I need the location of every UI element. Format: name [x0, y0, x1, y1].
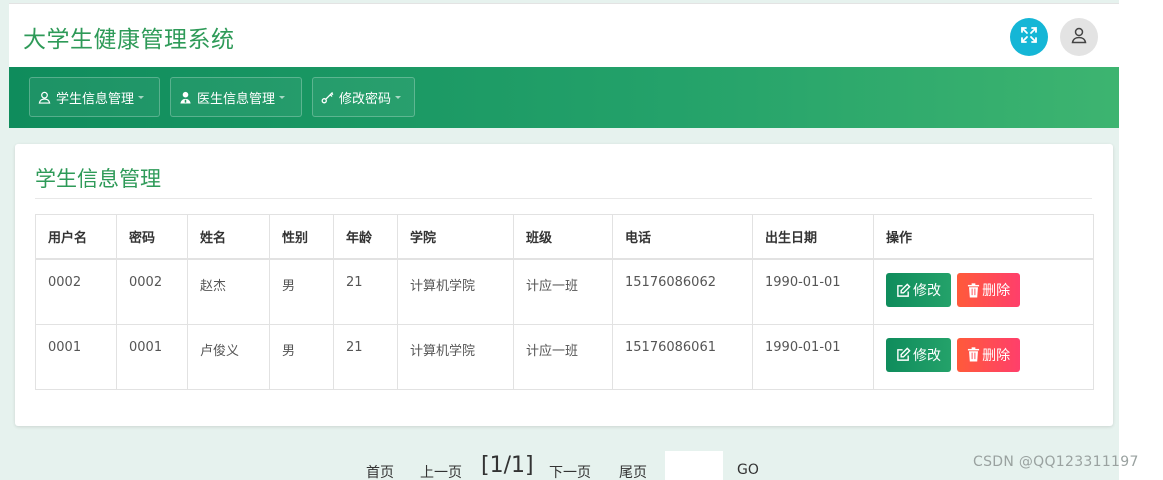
nav-student-info-label: 学生信息管理 [56, 91, 135, 107]
table-header-row: 用户名 密码 姓名 性别 年龄 学院 班级 电话 出生日期 操作 [35, 214, 1094, 260]
cell-name: 赵杰 [187, 258, 270, 325]
cell-age: 21 [333, 323, 398, 390]
edit-button[interactable]: 修改 [886, 337, 951, 372]
edit-icon [897, 282, 911, 297]
panel-divider [35, 198, 1092, 199]
next-page-link[interactable]: 下一页 [549, 462, 591, 480]
column-header: 姓名 [187, 214, 270, 260]
column-header: 用户名 [35, 214, 117, 260]
column-header: 电话 [612, 214, 753, 260]
edit-icon [897, 347, 911, 361]
cell-username: 0001 [35, 323, 117, 390]
delete-button[interactable]: 删除 [957, 337, 1021, 372]
cell-actions: 修改 删除 [873, 258, 1094, 325]
fullscreen-button[interactable] [1010, 18, 1048, 56]
page-indicator: [1/1] [481, 453, 534, 478]
cell-password: 0001 [116, 323, 188, 390]
cell-college: 计算机学院 [397, 323, 514, 390]
nav-doctor-info[interactable]: 医生信息管理 [170, 77, 302, 117]
chevron-down-icon [395, 95, 402, 99]
cell-college: 计算机学院 [397, 258, 514, 325]
edit-button[interactable]: 修改 [886, 273, 951, 307]
panel-title: 学生信息管理 [35, 167, 161, 191]
page-number-input[interactable] [665, 451, 723, 480]
prev-page-link[interactable]: 上一页 [420, 462, 462, 480]
key-icon [321, 91, 334, 104]
cell-age: 21 [333, 258, 398, 325]
cell-class: 计应一班 [513, 323, 613, 390]
edit-button-label: 修改 [913, 347, 941, 364]
column-header: 性别 [269, 214, 334, 260]
nav-change-password[interactable]: 修改密码 [312, 77, 415, 117]
user-outline-icon [38, 91, 51, 104]
column-header: 操作 [873, 214, 1094, 260]
last-page-link[interactable]: 尾页 [619, 462, 647, 480]
watermark: CSDN @QQ123311197 [973, 454, 1139, 470]
main-nav: 学生信息管理 医生信息管理 修改密码 [9, 67, 1119, 128]
go-button[interactable]: GO [737, 462, 759, 478]
first-page-link[interactable]: 首页 [366, 462, 394, 480]
delete-button[interactable]: 删除 [957, 273, 1021, 307]
cell-class: 计应一班 [513, 258, 613, 325]
cell-birth: 1990-01-01 [752, 323, 874, 390]
column-header: 密码 [116, 214, 188, 260]
column-header: 班级 [513, 214, 613, 260]
chevron-down-icon [138, 95, 145, 99]
edit-button-label: 修改 [913, 283, 941, 299]
trash-icon [968, 347, 980, 362]
student-table: 用户名 密码 姓名 性别 年龄 学院 班级 电话 出生日期 操作 0002 00… [35, 214, 1094, 390]
cell-phone: 15176086062 [612, 258, 753, 325]
doctor-icon [179, 91, 192, 104]
trash-icon [968, 282, 980, 297]
column-header: 年龄 [333, 214, 398, 260]
nav-doctor-info-label: 医生信息管理 [197, 91, 276, 107]
student-info-panel: 学生信息管理 用户名 密码 姓名 性别 年龄 学院 班级 电话 出生日期 操作 [15, 144, 1113, 426]
delete-button-label: 删除 [982, 347, 1011, 364]
cell-gender: 男 [269, 323, 334, 390]
delete-button-label: 删除 [982, 283, 1011, 299]
cell-actions: 修改 删除 [873, 323, 1094, 390]
chevron-down-icon [279, 95, 286, 99]
user-icon [1070, 26, 1088, 48]
app-header: 大学生健康管理系统 [9, 3, 1119, 68]
expand-icon [1020, 26, 1038, 48]
right-strip [1119, 0, 1163, 480]
table-row: 0001 0001 卢俊义 男 21 计算机学院 计应一班 1517608606… [35, 323, 1094, 390]
cell-phone: 15176086061 [612, 323, 753, 390]
cell-gender: 男 [269, 258, 334, 325]
column-header: 出生日期 [752, 214, 874, 260]
column-header: 学院 [397, 214, 514, 260]
cell-name: 卢俊义 [187, 323, 270, 390]
app-title: 大学生健康管理系统 [23, 27, 235, 53]
cell-password: 0002 [116, 258, 188, 325]
nav-change-password-label: 修改密码 [339, 91, 392, 107]
table-row: 0002 0002 赵杰 男 21 计算机学院 计应一班 15176086062… [35, 258, 1094, 325]
user-menu-button[interactable] [1060, 18, 1098, 56]
cell-username: 0002 [35, 258, 117, 325]
cell-birth: 1990-01-01 [752, 258, 874, 325]
nav-student-info[interactable]: 学生信息管理 [29, 77, 160, 117]
